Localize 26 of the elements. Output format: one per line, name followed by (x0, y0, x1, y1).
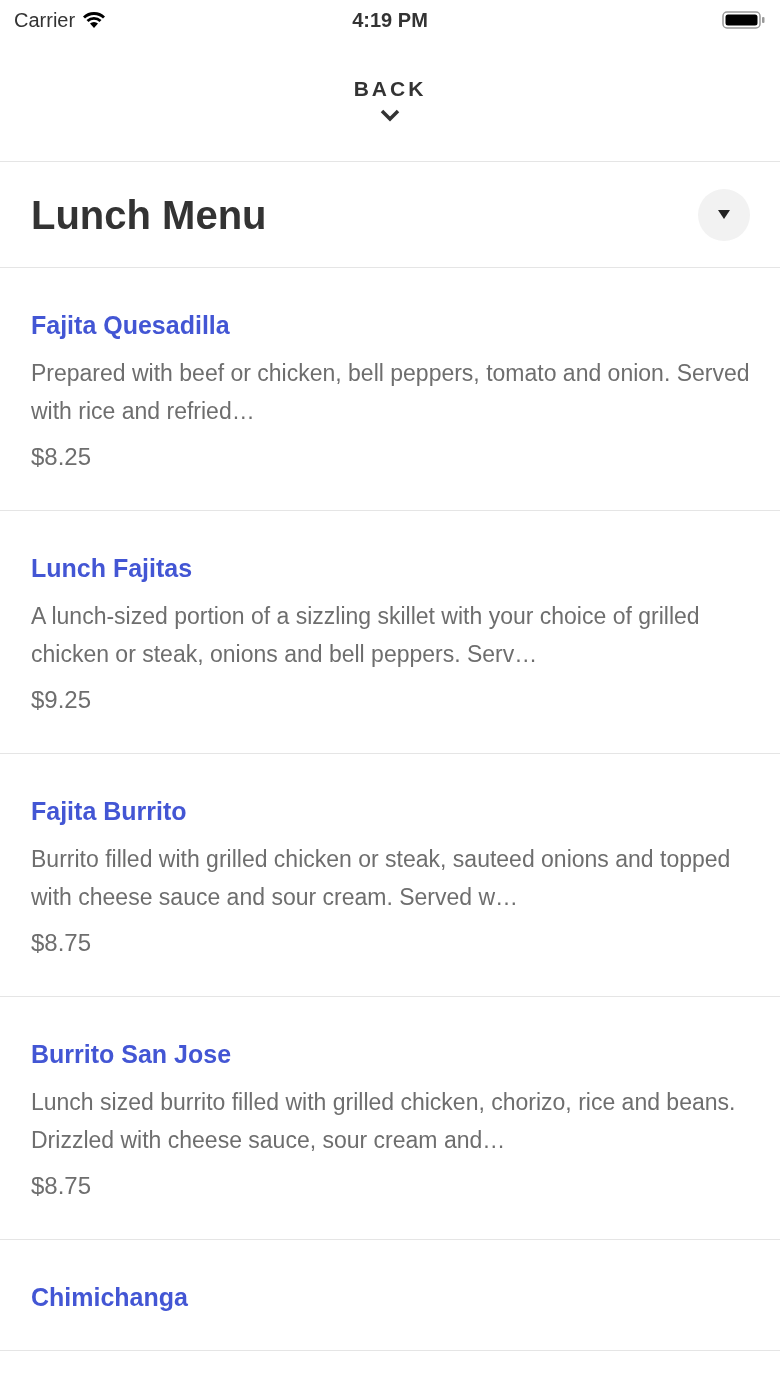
item-description: Prepared with beef or chicken, bell peppers, tomato and onion. Served with rice and refried… (31, 359, 751, 426)
menu-item[interactable]: Chimichanga (0, 1240, 780, 1351)
item-name: Fajita Burrito (31, 796, 188, 827)
item-name: Burrito San Jose (31, 1039, 233, 1070)
item-description: Lunch sized burrito filled with grilled chicken, chorizo, rice and beans. Drizzled with cheese sauce, sour cream and… (31, 1088, 737, 1155)
caret-down-icon (718, 210, 730, 219)
wifi-icon (81, 10, 108, 30)
item-name: Fajita Quesadilla (31, 310, 231, 341)
item-price: $8.75 (31, 1171, 93, 1201)
clock-time: 4:19 PM (352, 8, 428, 33)
chevron-down-icon (379, 108, 401, 123)
item-price: $9.25 (31, 685, 93, 715)
item-description: A lunch-sized portion of a sizzling skillet with your choice of grilled chicken or steak, onions and bell peppers. Serv… (31, 602, 701, 669)
back-button[interactable]: BACK (0, 40, 780, 162)
battery-icon (722, 10, 766, 30)
item-price: $8.75 (31, 928, 93, 958)
menu-item[interactable]: Fajita Quesadilla Prepared with beef or chicken, bell peppers, tomato and onion. Served with rice and refried… $8.25 (0, 268, 780, 511)
menu-item[interactable]: Fajita Burrito Burrito filled with grilled chicken or steak, sauteed onions and topped with cheese sauce and sour cream. Served w… $8.75 (0, 754, 780, 997)
item-description: Burrito filled with grilled chicken or steak, sauteed onions and topped with cheese sauce and sour cream. Served w… (31, 845, 732, 912)
menu-item[interactable]: Lunch Fajitas A lunch-sized portion of a sizzling skillet with your choice of grilled chicken or steak, onions and bell peppers. Serv… $9.25 (0, 511, 780, 754)
item-name: Lunch Fajitas (31, 553, 194, 584)
menu-item[interactable]: Burrito San Jose Lunch sized burrito filled with grilled chicken, chorizo, rice and beans. Drizzled with cheese sauce, sour cream and… $8.75 (0, 997, 780, 1240)
carrier-name: Carrier (14, 8, 76, 33)
item-price: $8.25 (31, 442, 93, 472)
item-name: Chimichanga (31, 1282, 189, 1313)
menu-title: Lunch Menu (31, 191, 267, 239)
